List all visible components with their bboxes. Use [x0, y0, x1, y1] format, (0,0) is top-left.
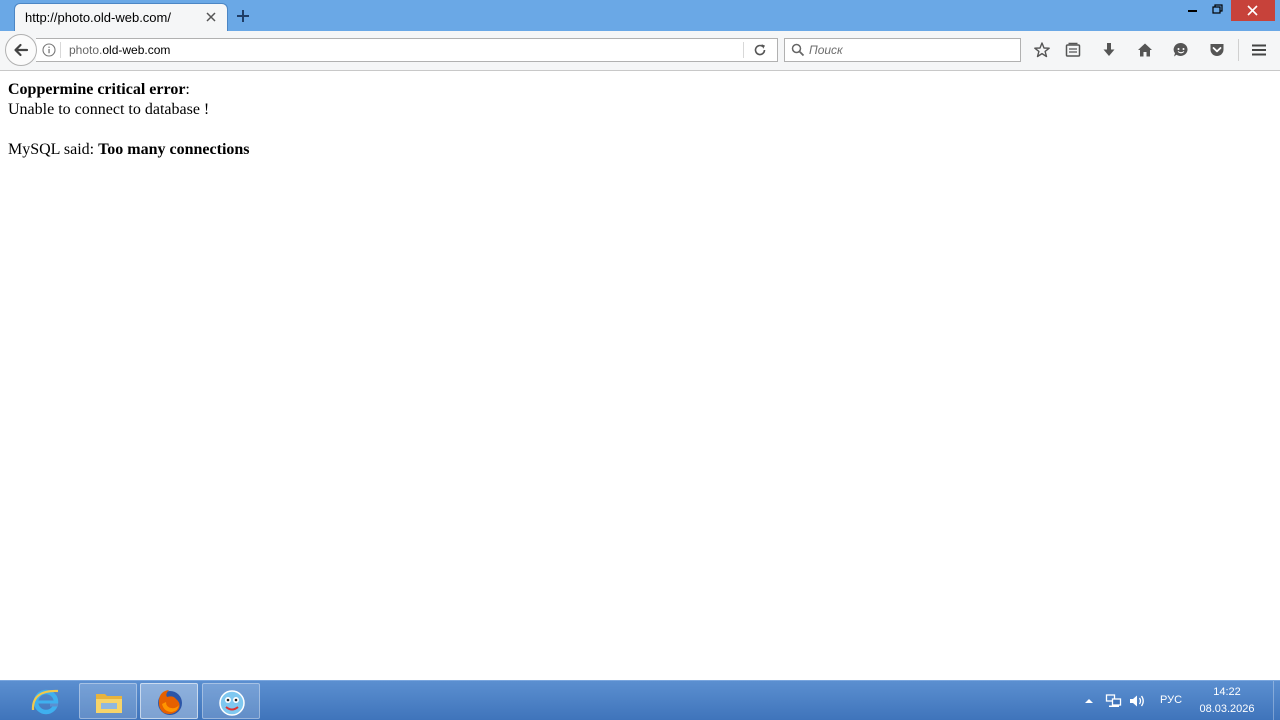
- star-icon[interactable]: [1033, 41, 1051, 59]
- download-icon[interactable]: [1100, 41, 1118, 59]
- taskbar: РУС 14:22 08.03.2026: [0, 680, 1280, 720]
- info-icon[interactable]: [42, 43, 56, 57]
- internet-explorer-icon: [31, 689, 59, 715]
- close-icon[interactable]: [203, 9, 219, 25]
- language-indicator[interactable]: РУС: [1160, 694, 1182, 706]
- minimize-button[interactable]: [1180, 0, 1204, 21]
- error-message: Unable to connect to database !: [8, 101, 210, 118]
- volume-icon[interactable]: [1128, 693, 1146, 709]
- search-icon: [791, 43, 805, 57]
- search-bar[interactable]: [784, 38, 1021, 62]
- hamburger-icon[interactable]: [1250, 41, 1268, 59]
- url-domain: old-web.com: [102, 43, 171, 57]
- close-icon: [1247, 5, 1258, 16]
- url-text[interactable]: photo.old-web.com: [69, 43, 170, 57]
- chevron-up-icon[interactable]: [1083, 695, 1095, 707]
- plus-icon[interactable]: [234, 7, 252, 25]
- show-desktop-button[interactable]: [1273, 681, 1280, 720]
- taskbar-internet-explorer[interactable]: [17, 683, 75, 719]
- search-input[interactable]: [809, 42, 1009, 58]
- tab-active[interactable]: http://photo.old-web.com/: [14, 3, 228, 31]
- window-close-button[interactable]: [1231, 0, 1275, 21]
- minimize-icon: [1188, 10, 1197, 12]
- home-icon[interactable]: [1136, 41, 1154, 59]
- firefox-icon: [158, 690, 182, 715]
- mysql-error: Too many connections: [98, 141, 250, 158]
- clock-time[interactable]: 14:22: [1200, 686, 1254, 698]
- error-title-suffix: :: [185, 81, 190, 98]
- clock-date[interactable]: 08.03.2026: [1196, 703, 1258, 715]
- error-title: Coppermine critical error: [8, 81, 186, 98]
- mysql-error-line: MySQL said: Too many connections: [8, 141, 250, 159]
- mysql-prefix: MySQL said:: [8, 141, 99, 158]
- back-button[interactable]: [5, 34, 37, 66]
- url-separator: [60, 42, 61, 58]
- error-heading-line: Coppermine critical error:: [8, 81, 190, 99]
- taskbar-custom-app[interactable]: [202, 683, 260, 719]
- reload-separator: [743, 42, 744, 58]
- pocket-icon[interactable]: [1208, 41, 1226, 59]
- restore-button[interactable]: [1205, 0, 1229, 21]
- arrow-left-icon: [14, 43, 29, 57]
- restore-icon: [1212, 4, 1223, 14]
- url-bar[interactable]: photo.old-web.com: [36, 38, 778, 62]
- url-prefix: photo.: [69, 43, 103, 57]
- chat-icon[interactable]: [1172, 41, 1190, 59]
- app-icon: [219, 690, 245, 716]
- tab-title: http://photo.old-web.com/: [25, 10, 171, 25]
- reload-icon[interactable]: [752, 42, 768, 58]
- taskbar-firefox[interactable]: [140, 683, 198, 719]
- toolbar-separator: [1238, 39, 1239, 61]
- folder-icon: [96, 694, 122, 713]
- network-icon[interactable]: [1105, 693, 1122, 709]
- title-bar: http://photo.old-web.com/: [0, 0, 1280, 31]
- taskbar-file-explorer[interactable]: [79, 683, 137, 719]
- page-content: Coppermine critical error: Unable to con…: [0, 72, 1280, 680]
- navigation-toolbar: photo.old-web.com: [0, 31, 1280, 71]
- library-icon[interactable]: [1064, 41, 1082, 59]
